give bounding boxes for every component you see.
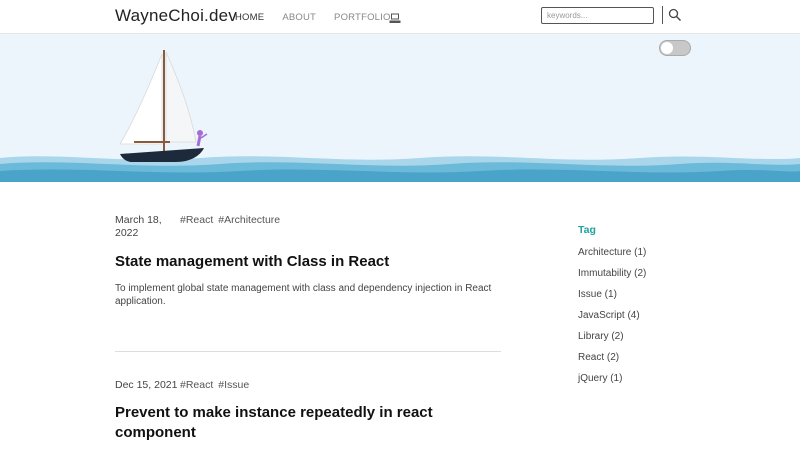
tag-item[interactable]: JavaScript (4) [578, 309, 718, 322]
nav-about[interactable]: ABOUT [282, 12, 316, 23]
nav-home[interactable]: HOME [235, 12, 264, 23]
site-header: WayneChoi.dev HOME ABOUT PORTFOLIO [0, 0, 800, 34]
tag-item[interactable]: Immutability (2) [578, 267, 718, 280]
post-tag[interactable]: #React [180, 214, 213, 226]
post-tag[interactable]: #React [180, 379, 213, 391]
post-tag[interactable]: #Architecture [218, 214, 280, 226]
search-input[interactable] [541, 7, 654, 24]
toggle-knob [661, 42, 673, 54]
main-nav: HOME ABOUT PORTFOLIO [235, 12, 409, 23]
post-description: To implement global state management wit… [115, 283, 492, 307]
post-title[interactable]: Prevent to make instance repeatedly in r… [115, 403, 501, 443]
post-date: March 18, 2022 [115, 214, 162, 239]
post-date: Dec 15, 2021 [115, 379, 178, 391]
nav-portfolio[interactable]: PORTFOLIO [334, 12, 391, 23]
tag-item[interactable]: React (2) [578, 351, 718, 364]
tag-item[interactable]: Architecture (1) [578, 246, 718, 259]
post-item: March 18, 2022 #React #Architecture State… [115, 214, 501, 308]
post-tag[interactable]: #Issue [218, 379, 249, 391]
laptop-icon[interactable] [389, 11, 401, 23]
post-tags: #React #Issue [180, 379, 254, 391]
post-item: Dec 15, 2021 #React #Issue Prevent to mak… [115, 379, 501, 443]
post-divider [115, 351, 501, 352]
search-icon[interactable] [668, 8, 682, 22]
sidebar-title: Tag [578, 224, 596, 236]
tag-item[interactable]: Library (2) [578, 330, 718, 343]
tag-sidebar: Tag Architecture (1) Immutability (2) Is… [578, 224, 718, 393]
theme-toggle[interactable] [659, 40, 691, 56]
sailboat-illustration [0, 50, 800, 182]
post-meta: Dec 15, 2021 #React #Issue [115, 379, 501, 395]
post-tags: #React #Architecture [180, 214, 285, 226]
search-divider [662, 6, 663, 24]
hero-banner [0, 34, 800, 182]
post-title[interactable]: State management with Class in React [115, 252, 501, 272]
post-meta: March 18, 2022 #React #Architecture [115, 214, 501, 244]
tag-item[interactable]: Issue (1) [578, 288, 718, 301]
tag-item[interactable]: jQuery (1) [578, 372, 718, 385]
site-logo[interactable]: WayneChoi.dev [115, 6, 237, 26]
